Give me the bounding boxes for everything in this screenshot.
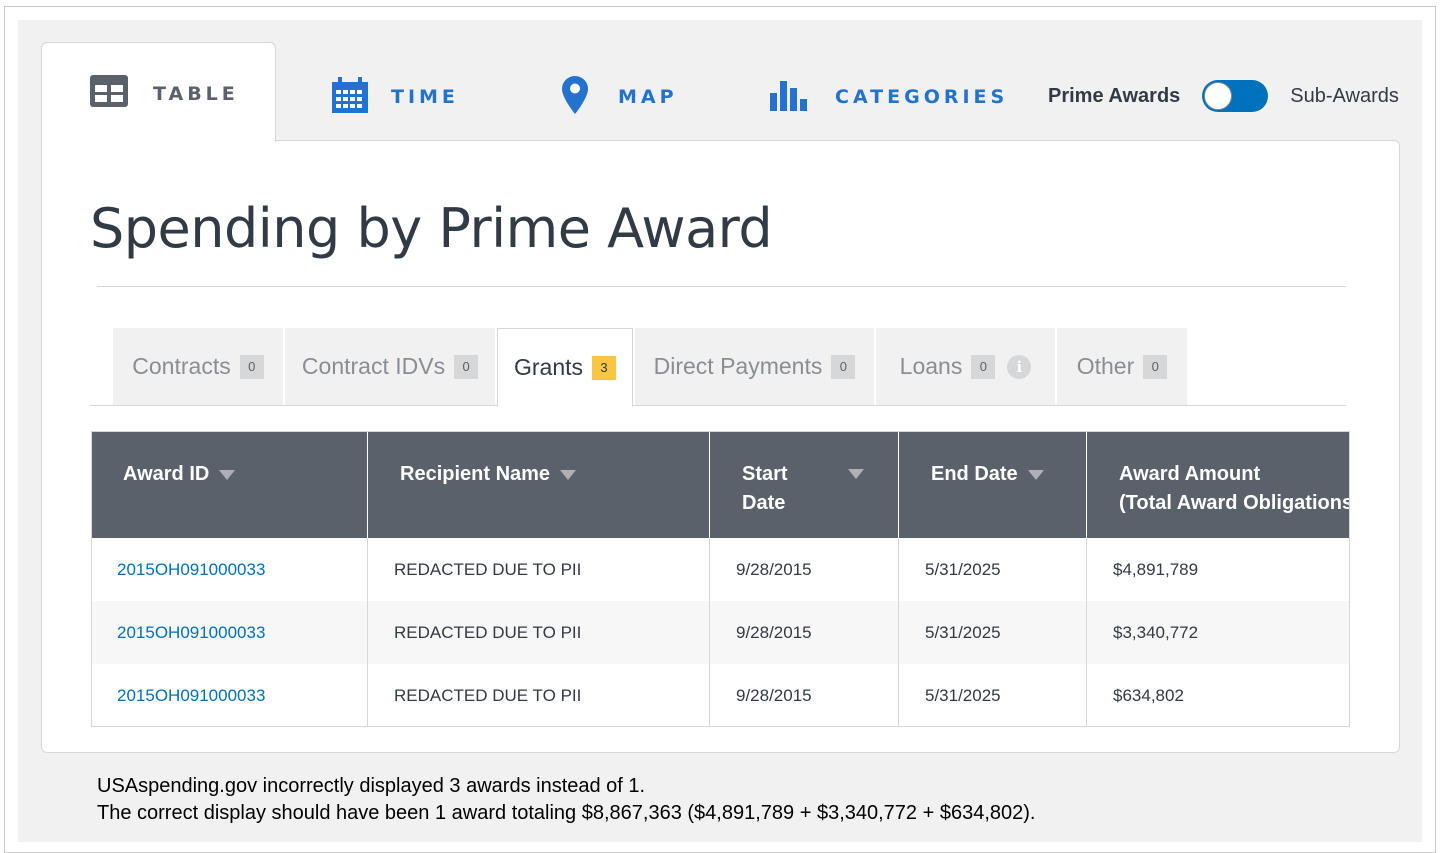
table-icon	[90, 75, 128, 112]
award-type-tabs: Contracts 0 Contract IDVs 0 Grants 3 Dir…	[90, 328, 1346, 407]
cell-award-amount: $4,891,789	[1113, 559, 1199, 579]
table-header: Award ID Recipient Name Start Date End D…	[92, 432, 1350, 538]
award-type-tab-loans[interactable]: Loans 0 i	[876, 328, 1055, 405]
caption-line-2: The correct display should have been 1 a…	[97, 802, 1036, 824]
bar-chart-icon	[770, 79, 810, 116]
award-type-tab-contract-idvs[interactable]: Contract IDVs 0	[285, 328, 495, 405]
award-type-count: 0	[1143, 354, 1168, 379]
header-label: End Date	[931, 463, 1018, 485]
sort-down-icon[interactable]	[219, 469, 236, 480]
sort-down-icon[interactable]	[848, 469, 864, 479]
award-id-link[interactable]: 2015OH091000033	[117, 560, 265, 580]
column-header-end-date[interactable]: End Date	[899, 432, 1087, 538]
award-type-count: 0	[239, 354, 264, 379]
results-panel: Spending by Prime Award Contracts 0 Cont…	[41, 140, 1400, 753]
table-row: 2015OH091000033 REDACTED DUE TO PII 9/28…	[92, 601, 1349, 664]
award-type-count: 0	[971, 354, 996, 379]
tab-categories[interactable]: CATEGORIES	[770, 58, 1008, 136]
cell-recipient: REDACTED DUE TO PII	[368, 538, 710, 601]
caption-line-1: USAspending.gov incorrectly displayed 3 …	[97, 775, 646, 797]
cell-start-date: 9/28/2015	[710, 664, 899, 726]
award-type-label: Contract IDVs	[301, 353, 446, 379]
tab-time-label: TIME	[391, 86, 459, 108]
header-label: Award ID	[123, 463, 210, 485]
header-label-line2: Date	[742, 492, 786, 514]
tab-map-label: MAP	[618, 86, 678, 108]
cell-award-amount: $634,802	[1113, 685, 1184, 705]
sort-down-icon[interactable]	[1027, 469, 1044, 480]
cell-award-id: 2015OH091000033	[92, 601, 368, 664]
toggle-knob	[1204, 82, 1233, 110]
tab-table-label: TABLE	[153, 82, 239, 105]
cell-award-amount: $3,340,772	[1113, 622, 1199, 642]
tab-time[interactable]: TIME	[331, 58, 459, 136]
tab-table[interactable]: TABLE	[41, 42, 276, 142]
award-type-tab-direct-payments[interactable]: Direct Payments 0	[635, 328, 874, 405]
results-table: Award ID Recipient Name Start Date End D…	[91, 431, 1350, 727]
award-level-toggle: Prime Awards Sub-Awards	[1048, 76, 1399, 116]
calendar-icon	[331, 76, 369, 119]
cell-recipient: REDACTED DUE TO PII	[368, 664, 710, 726]
award-id-link[interactable]: 2015OH091000033	[117, 623, 265, 643]
header-label: Award Amount	[1119, 463, 1261, 485]
title-divider	[97, 286, 1346, 287]
award-type-count: 0	[454, 354, 479, 379]
info-icon[interactable]: i	[1007, 354, 1032, 379]
column-header-recipient-name[interactable]: Recipient Name	[368, 432, 710, 538]
award-type-tab-other[interactable]: Other 0	[1057, 328, 1187, 405]
column-header-start-date[interactable]: Start Date	[710, 432, 899, 538]
header-label-line2: (Total Award Obligations)	[1119, 492, 1350, 514]
award-type-tabs-divider	[90, 405, 1346, 406]
cell-end-date: 5/31/2025	[899, 601, 1087, 664]
sort-down-icon[interactable]	[560, 469, 577, 480]
map-pin-icon	[562, 75, 588, 119]
award-type-label: Grants	[513, 354, 584, 380]
column-header-award-id[interactable]: Award ID	[92, 432, 368, 538]
award-type-label: Loans	[899, 353, 963, 379]
award-type-tab-grants[interactable]: Grants 3	[497, 328, 633, 407]
cell-end-date: 5/31/2025	[899, 538, 1087, 601]
tab-categories-label: CATEGORIES	[835, 86, 1009, 108]
tab-map[interactable]: MAP	[562, 58, 678, 136]
table-row: 2015OH091000033 REDACTED DUE TO PII 9/28…	[92, 664, 1349, 726]
prime-awards-label[interactable]: Prime Awards	[1048, 85, 1180, 108]
cell-award-id: 2015OH091000033	[92, 538, 368, 601]
header-label: Start	[742, 463, 788, 485]
award-type-label: Contracts	[132, 353, 231, 379]
figure-caption: USAspending.gov incorrectly displayed 3 …	[97, 773, 1035, 827]
page-title: Spending by Prime Award	[90, 197, 773, 260]
award-type-count: 3	[592, 355, 617, 380]
award-type-label: Other	[1076, 353, 1135, 379]
cell-start-date: 9/28/2015	[710, 601, 899, 664]
sub-awards-label[interactable]: Sub-Awards	[1290, 85, 1399, 108]
table-row: 2015OH091000033 REDACTED DUE TO PII 9/28…	[92, 538, 1349, 601]
cell-award-id: 2015OH091000033	[92, 664, 368, 726]
cell-start-date: 9/28/2015	[710, 538, 899, 601]
prime-sub-toggle-switch[interactable]	[1202, 80, 1269, 112]
award-type-label: Direct Payments	[653, 353, 823, 379]
award-type-tab-contracts[interactable]: Contracts 0	[113, 328, 283, 405]
cell-recipient: REDACTED DUE TO PII	[368, 601, 710, 664]
cell-end-date: 5/31/2025	[899, 664, 1087, 726]
award-id-link[interactable]: 2015OH091000033	[117, 686, 265, 706]
award-type-count: 0	[831, 354, 856, 379]
column-header-award-amount[interactable]: Award Amount (Total Award Obligations)	[1087, 432, 1350, 538]
header-label: Recipient Name	[400, 463, 551, 485]
